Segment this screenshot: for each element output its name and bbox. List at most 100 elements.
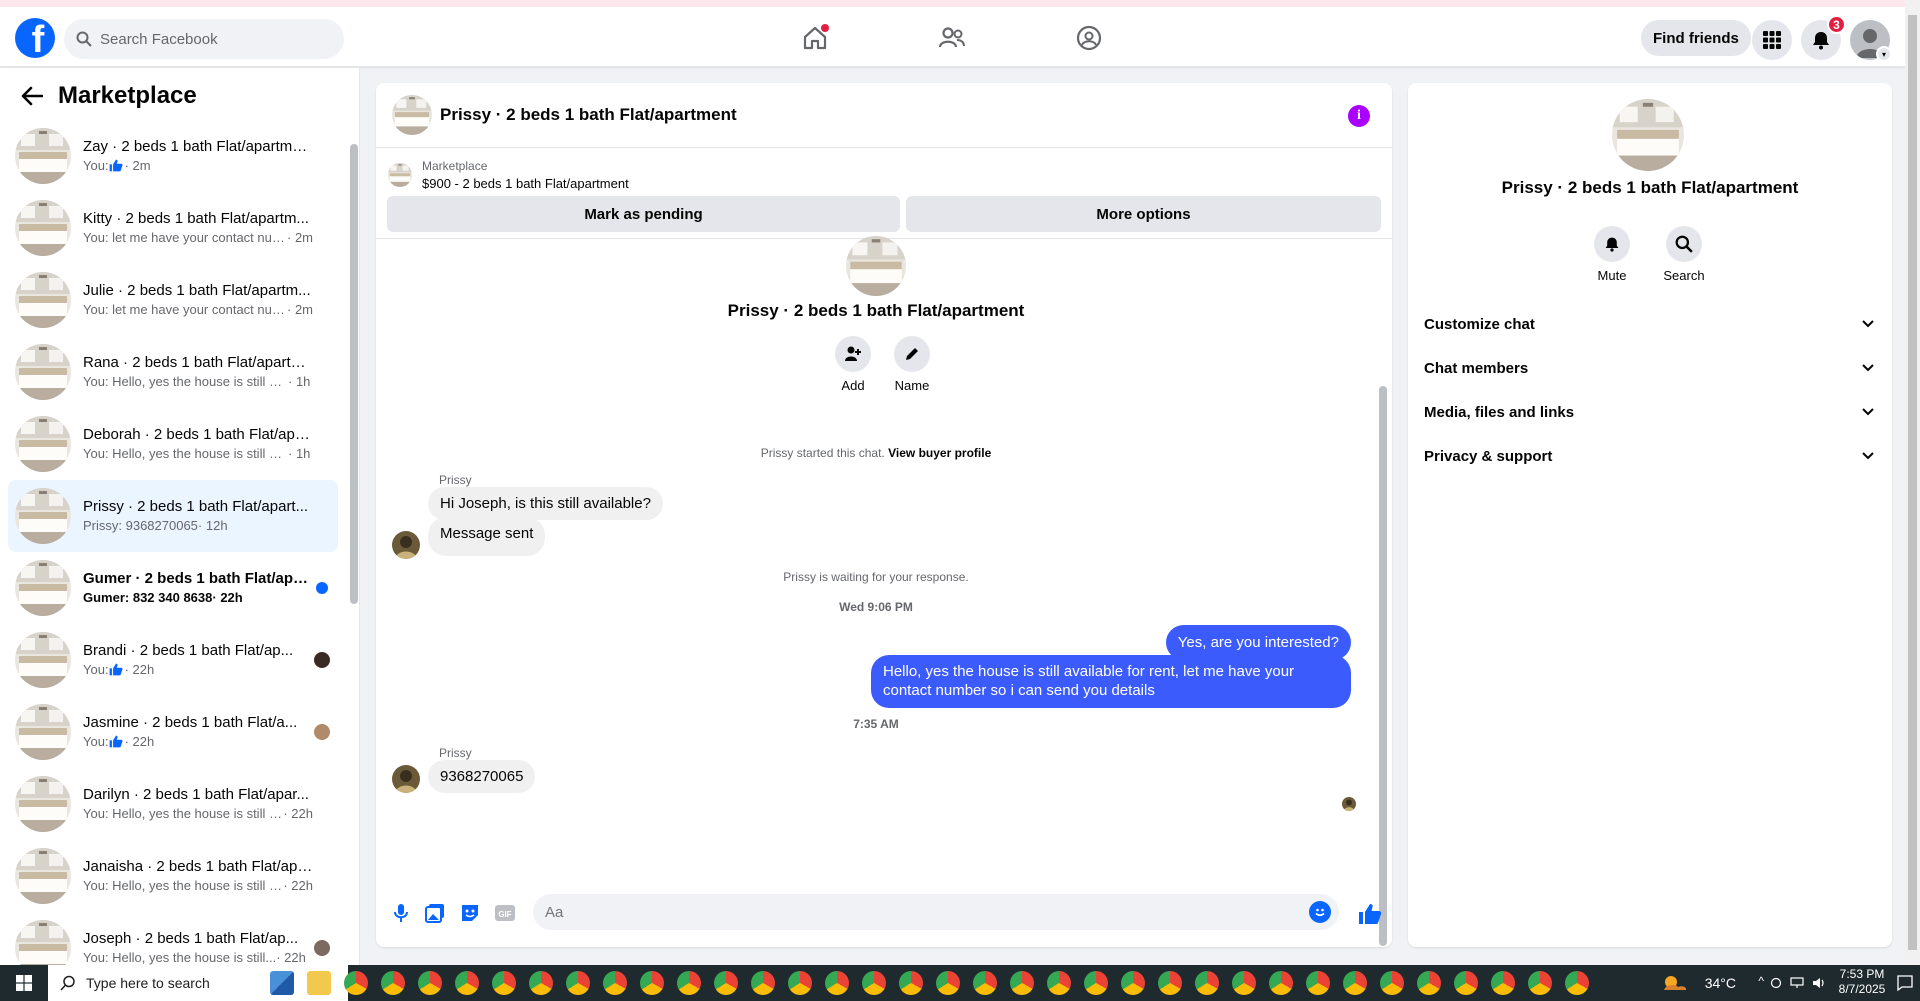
chrome-browser-icon[interactable] [418,971,442,995]
chrome-browser-icon[interactable] [1047,971,1071,995]
listing-info[interactable]: Marketplace $900 - 2 beds 1 bath Flat/ap… [388,157,629,193]
section-privacy-support[interactable]: Privacy & support [1424,438,1876,474]
chrome-browser-icon[interactable] [1232,971,1256,995]
chrome-browser-icon[interactable] [862,971,886,995]
chrome-browser-icon[interactable] [1121,971,1145,995]
chrome-browser-icon[interactable] [899,971,923,995]
chrome-browser-icon[interactable] [1417,971,1441,995]
tray-chevron-up-icon[interactable]: ^ [1758,974,1764,988]
conversation-item[interactable]: Janaisha · 2 beds 1 bath Flat/apa... You:… [8,840,338,912]
tray-status-icons[interactable] [1770,974,1836,992]
add-people-action[interactable]: Add [833,336,873,393]
mute-action[interactable]: Mute [1582,226,1642,283]
temperature[interactable]: 34°C [1705,975,1736,991]
photo-icon[interactable] [425,903,445,923]
search-in-chat-action[interactable]: Search [1654,226,1714,283]
buyer-avatar[interactable] [392,765,420,793]
back-arrow-icon[interactable] [18,82,46,110]
friends-nav-button[interactable] [935,21,969,55]
chrome-browser-icon[interactable] [1454,971,1478,995]
chrome-browser-icon[interactable] [1380,971,1404,995]
chrome-browser-icon[interactable] [640,971,664,995]
taskbar-search[interactable]: Type here to search [48,965,348,1001]
account-chevron-icon[interactable]: ▾ [1876,46,1892,62]
facebook-logo[interactable]: f [15,18,55,58]
home-nav-button[interactable] [798,21,832,55]
chrome-browser-icon[interactable] [566,971,590,995]
chrome-browser-icon[interactable] [1195,971,1219,995]
conversation-item[interactable]: Kitty · 2 beds 1 bath Flat/apartm... You:… [8,192,338,264]
chrome-browser-icon[interactable] [1528,971,1552,995]
more-options-button[interactable]: More options [906,196,1381,232]
weather-icon[interactable] [1662,974,1688,992]
chrome-browser-icon[interactable] [1306,971,1330,995]
incoming-message[interactable]: Message sent [428,517,546,556]
chrome-browser-icon[interactable] [936,971,960,995]
conversation-item[interactable]: Zay · 2 beds 1 bath Flat/apartment You: ·… [8,120,338,192]
conversation-item[interactable]: Brandi · 2 beds 1 bath Flat/ap... You: · … [8,624,338,696]
chrome-browser-icon[interactable] [1491,971,1515,995]
sticker-icon[interactable] [460,903,480,923]
chrome-browser-icon[interactable] [1565,971,1589,995]
chrome-browser-icon[interactable] [1269,971,1293,995]
view-buyer-profile-link[interactable]: View buyer profile [888,446,991,460]
task-view-icon[interactable] [270,971,294,995]
chrome-browser-icon[interactable] [751,971,775,995]
chrome-browser-icon[interactable] [677,971,701,995]
notifications-button[interactable]: 3 [1801,15,1846,60]
chrome-browser-icon[interactable] [788,971,812,995]
section-media-files-links[interactable]: Media, files and links [1424,394,1876,430]
message-input[interactable] [545,903,1305,921]
conversation-item[interactable]: Darilyn · 2 beds 1 bath Flat/apar... You:… [8,768,338,840]
conversation-item[interactable]: Deborah · 2 beds 1 bath Flat/apa... You: … [8,408,338,480]
chrome-browser-icon[interactable] [1343,971,1367,995]
menu-button[interactable] [1752,20,1792,60]
thumbs-up-icon[interactable] [1358,903,1382,925]
chrome-browser-icon[interactable] [603,971,627,995]
incoming-message[interactable]: Hi Joseph, is this still available? [428,487,663,520]
mark-as-pending-button[interactable]: Mark as pending [387,196,900,232]
chrome-browser-icon[interactable] [492,971,516,995]
conversation-item[interactable]: Rana · 2 beds 1 bath Flat/apartm... You: … [8,336,338,408]
chrome-browser-icon[interactable] [1084,971,1108,995]
search-facebook-box[interactable] [64,19,344,59]
chrome-browser-icon[interactable] [1158,971,1182,995]
page-scrollbar[interactable] [1905,0,1920,965]
outgoing-message[interactable]: Hello, yes the house is still available … [871,655,1351,708]
file-explorer-icon[interactable] [307,971,331,995]
listing-thumbnail[interactable] [392,95,432,135]
search-input[interactable] [100,30,320,48]
gif-icon[interactable]: GIF [494,903,516,923]
section-customize-chat[interactable]: Customize chat [1424,306,1876,342]
chrome-browser-icon[interactable] [381,971,405,995]
chat-scrollbar[interactable] [1378,246,1388,946]
chrome-browser-icon[interactable] [344,971,368,995]
groups-nav-button[interactable] [1072,21,1106,55]
sidebar-scrollbar[interactable] [348,128,358,968]
conversation-item[interactable]: Julie · 2 beds 1 bath Flat/apartm... You:… [8,264,338,336]
buyer-avatar[interactable] [392,531,420,559]
message-input-box[interactable] [533,894,1339,930]
edit-name-action[interactable]: Name [892,336,932,393]
info-icon[interactable]: i [1348,105,1370,127]
chrome-browser-icon[interactable] [714,971,738,995]
conversation-item[interactable]: Jasmine · 2 beds 1 bath Flat/a... You: · … [8,696,338,768]
chat-title[interactable]: Prissy · 2 beds 1 bath Flat/apartment [440,105,737,125]
chrome-browser-icon[interactable] [1010,971,1034,995]
chrome-browser-icon[interactable] [529,971,553,995]
thumbs-up-icon [109,159,123,172]
chrome-browser-icon[interactable] [973,971,997,995]
chrome-browser-icon[interactable] [825,971,849,995]
clock[interactable]: 7:53 PM 8/7/2025 [1836,967,1888,997]
emoji-icon[interactable] [1309,901,1331,923]
microphone-icon[interactable] [391,903,411,923]
find-friends-button[interactable]: Find friends [1641,20,1751,56]
windows-start-button[interactable] [0,965,48,1001]
details-listing-thumbnail[interactable] [1612,99,1684,171]
conversation-item[interactable]: Prissy · 2 beds 1 bath Flat/apart... Pris… [8,480,338,552]
section-chat-members[interactable]: Chat members [1424,350,1876,386]
conversation-item[interactable]: Gumer · 2 beds 1 bath Flat/apa... Gumer: … [8,552,338,624]
incoming-message[interactable]: 9368270065 [428,760,536,793]
notification-center-icon[interactable] [1896,974,1914,992]
chrome-browser-icon[interactable] [455,971,479,995]
